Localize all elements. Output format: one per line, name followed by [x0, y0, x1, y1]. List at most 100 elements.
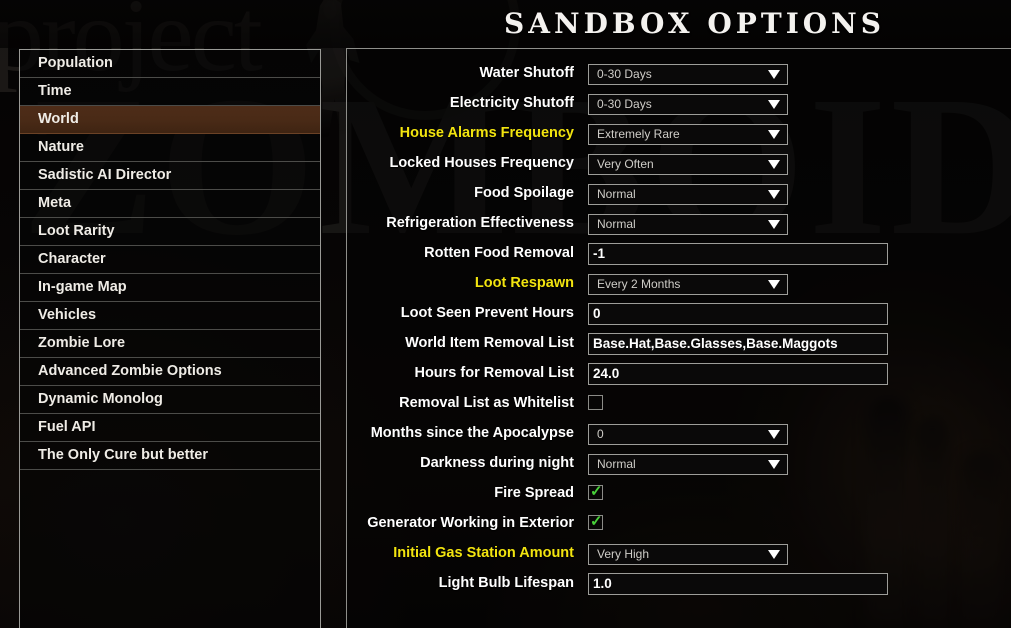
sidebar-item-population[interactable]: Population [20, 50, 320, 78]
option-row-locked-houses-frequency: Locked Houses Frequency Very Often [347, 149, 1011, 179]
sidebar-item-nature[interactable]: Nature [20, 134, 320, 162]
sidebar-item-loot-rarity[interactable]: Loot Rarity [20, 218, 320, 246]
sidebar-item-vehicles[interactable]: Vehicles [20, 302, 320, 330]
option-label-removal-list-as-whitelist: Removal List as Whitelist [399, 395, 574, 411]
dropdown-value: Extremely Rare [597, 127, 680, 141]
option-row-loot-seen-prevent-hours: Loot Seen Prevent Hours 0 [347, 299, 1011, 329]
dropdown-value: 0 [597, 427, 604, 441]
option-label-fire-spread: Fire Spread [494, 485, 574, 501]
sidebar-item-fuel-api[interactable]: Fuel API [20, 414, 320, 442]
option-label-electricity-shutoff: Electricity Shutoff [449, 95, 574, 111]
check-icon: ✓ [590, 513, 603, 530]
dropdown-darkness-during-night[interactable]: Normal [588, 454, 788, 475]
option-row-electricity-shutoff: Electricity Shutoff 0-30 Days [347, 89, 1011, 119]
page-title: SANDBOX OPTIONS [504, 7, 885, 40]
chevron-down-icon [768, 160, 780, 169]
dropdown-electricity-shutoff[interactable]: 0-30 Days [588, 94, 788, 115]
sidebar-item-label: Loot Rarity [38, 223, 115, 239]
option-row-fire-spread: Fire Spread ✓ [347, 479, 1011, 509]
option-label-months-since-the-apocalypse: Months since the Apocalypse [370, 425, 574, 441]
sidebar-item-meta[interactable]: Meta [20, 190, 320, 218]
option-row-generator-working-in-exterior: Generator Working in Exterior ✓ [347, 509, 1011, 539]
sidebar-item-label: Dynamic Monolog [38, 391, 163, 407]
text-input-light-bulb-lifespan[interactable]: 1.0 [588, 573, 888, 595]
dropdown-value: Very Often [597, 157, 654, 171]
chevron-down-icon [768, 190, 780, 199]
sidebar-item-label: Vehicles [38, 307, 97, 323]
option-row-darkness-during-night: Darkness during night Normal [347, 449, 1011, 479]
sidebar-empty-area [20, 470, 320, 570]
dropdown-food-spoilage[interactable]: Normal [588, 184, 788, 205]
dropdown-value: 0-30 Days [597, 97, 652, 111]
option-label-hours-for-removal-list: Hours for Removal List [414, 365, 574, 381]
sidebar-item-label: Character [38, 251, 106, 267]
option-label-food-spoilage: Food Spoilage [474, 185, 574, 201]
check-icon: ✓ [590, 483, 603, 500]
sidebar-item-label: Time [38, 83, 72, 99]
option-label-initial-gas-station-amount: Initial Gas Station Amount [393, 545, 574, 561]
option-row-loot-respawn: Loot Respawn Every 2 Months [347, 269, 1011, 299]
text-input-value: -1 [593, 246, 606, 261]
header-bar: SANDBOX OPTIONS [0, 0, 1011, 48]
checkbox-removal-list-as-whitelist[interactable] [588, 395, 603, 410]
sidebar-item-sadistic-ai-director[interactable]: Sadistic AI Director [20, 162, 320, 190]
sidebar-item-label: In-game Map [38, 279, 127, 295]
chevron-down-icon [768, 460, 780, 469]
text-input-value: 24.0 [593, 366, 620, 381]
chevron-down-icon [768, 430, 780, 439]
option-label-darkness-during-night: Darkness during night [420, 455, 574, 471]
sidebar-item-label: Nature [38, 139, 84, 155]
option-row-hours-for-removal-list: Hours for Removal List 24.0 [347, 359, 1011, 389]
dropdown-months-since-the-apocalypse[interactable]: 0 [588, 424, 788, 445]
text-input-world-item-removal-list[interactable]: Base.Hat,Base.Glasses,Base.Maggots [588, 333, 888, 355]
option-row-rotten-food-removal: Rotten Food Removal -1 [347, 239, 1011, 269]
text-input-value: 0 [593, 306, 601, 321]
dropdown-value: Normal [597, 187, 636, 201]
option-row-water-shutoff: Water Shutoff 0-30 Days [347, 59, 1011, 89]
sidebar-item-label: Zombie Lore [38, 335, 126, 351]
sidebar-item-zombie-lore[interactable]: Zombie Lore [20, 330, 320, 358]
dropdown-refrigeration-effectiveness[interactable]: Normal [588, 214, 788, 235]
option-label-rotten-food-removal: Rotten Food Removal [424, 245, 574, 261]
option-row-light-bulb-lifespan: Light Bulb Lifespan 1.0 [347, 569, 1011, 599]
chevron-down-icon [768, 100, 780, 109]
sidebar-item-dynamic-monolog[interactable]: Dynamic Monolog [20, 386, 320, 414]
option-label-loot-respawn: Loot Respawn [474, 275, 574, 291]
text-input-loot-seen-prevent-hours[interactable]: 0 [588, 303, 888, 325]
dropdown-value: Normal [597, 217, 636, 231]
sidebar-item-world[interactable]: World [20, 106, 320, 134]
option-row-food-spoilage: Food Spoilage Normal [347, 179, 1011, 209]
dropdown-initial-gas-station-amount[interactable]: Very High [588, 544, 788, 565]
option-label-water-shutoff: Water Shutoff [479, 65, 574, 81]
option-row-refrigeration-effectiveness: Refrigeration Effectiveness Normal [347, 209, 1011, 239]
dropdown-house-alarms-frequency[interactable]: Extremely Rare [588, 124, 788, 145]
sidebar-item-in-game-map[interactable]: In-game Map [20, 274, 320, 302]
sidebar-item-time[interactable]: Time [20, 78, 320, 106]
option-row-months-since-the-apocalypse: Months since the Apocalypse 0 [347, 419, 1011, 449]
option-label-locked-houses-frequency: Locked Houses Frequency [389, 155, 574, 171]
sidebar-item-label: The Only Cure but better [38, 447, 208, 463]
dropdown-loot-respawn[interactable]: Every 2 Months [588, 274, 788, 295]
dropdown-value: Very High [597, 547, 650, 561]
chevron-down-icon [768, 550, 780, 559]
chevron-down-icon [768, 220, 780, 229]
sidebar-item-label: Population [38, 55, 113, 71]
dropdown-locked-houses-frequency[interactable]: Very Often [588, 154, 788, 175]
option-label-house-alarms-frequency: House Alarms Frequency [399, 125, 574, 141]
option-label-world-item-removal-list: World Item Removal List [405, 335, 574, 351]
option-row-house-alarms-frequency: House Alarms Frequency Extremely Rare [347, 119, 1011, 149]
chevron-down-icon [768, 70, 780, 79]
chevron-down-icon [768, 130, 780, 139]
sidebar-item-character[interactable]: Character [20, 246, 320, 274]
checkbox-generator-working-in-exterior[interactable]: ✓ [588, 513, 603, 530]
text-input-rotten-food-removal[interactable]: -1 [588, 243, 888, 265]
sidebar-item-label: World [38, 111, 79, 127]
text-input-hours-for-removal-list[interactable]: 24.0 [588, 363, 888, 385]
sidebar-item-label: Sadistic AI Director [38, 167, 172, 183]
dropdown-water-shutoff[interactable]: 0-30 Days [588, 64, 788, 85]
option-label-refrigeration-effectiveness: Refrigeration Effectiveness [386, 215, 574, 231]
checkbox-fire-spread[interactable]: ✓ [588, 483, 603, 500]
sidebar-item-label: Advanced Zombie Options [38, 363, 222, 379]
sidebar-item-the-only-cure-but-better[interactable]: The Only Cure but better [20, 442, 320, 470]
sidebar-item-advanced-zombie-options[interactable]: Advanced Zombie Options [20, 358, 320, 386]
